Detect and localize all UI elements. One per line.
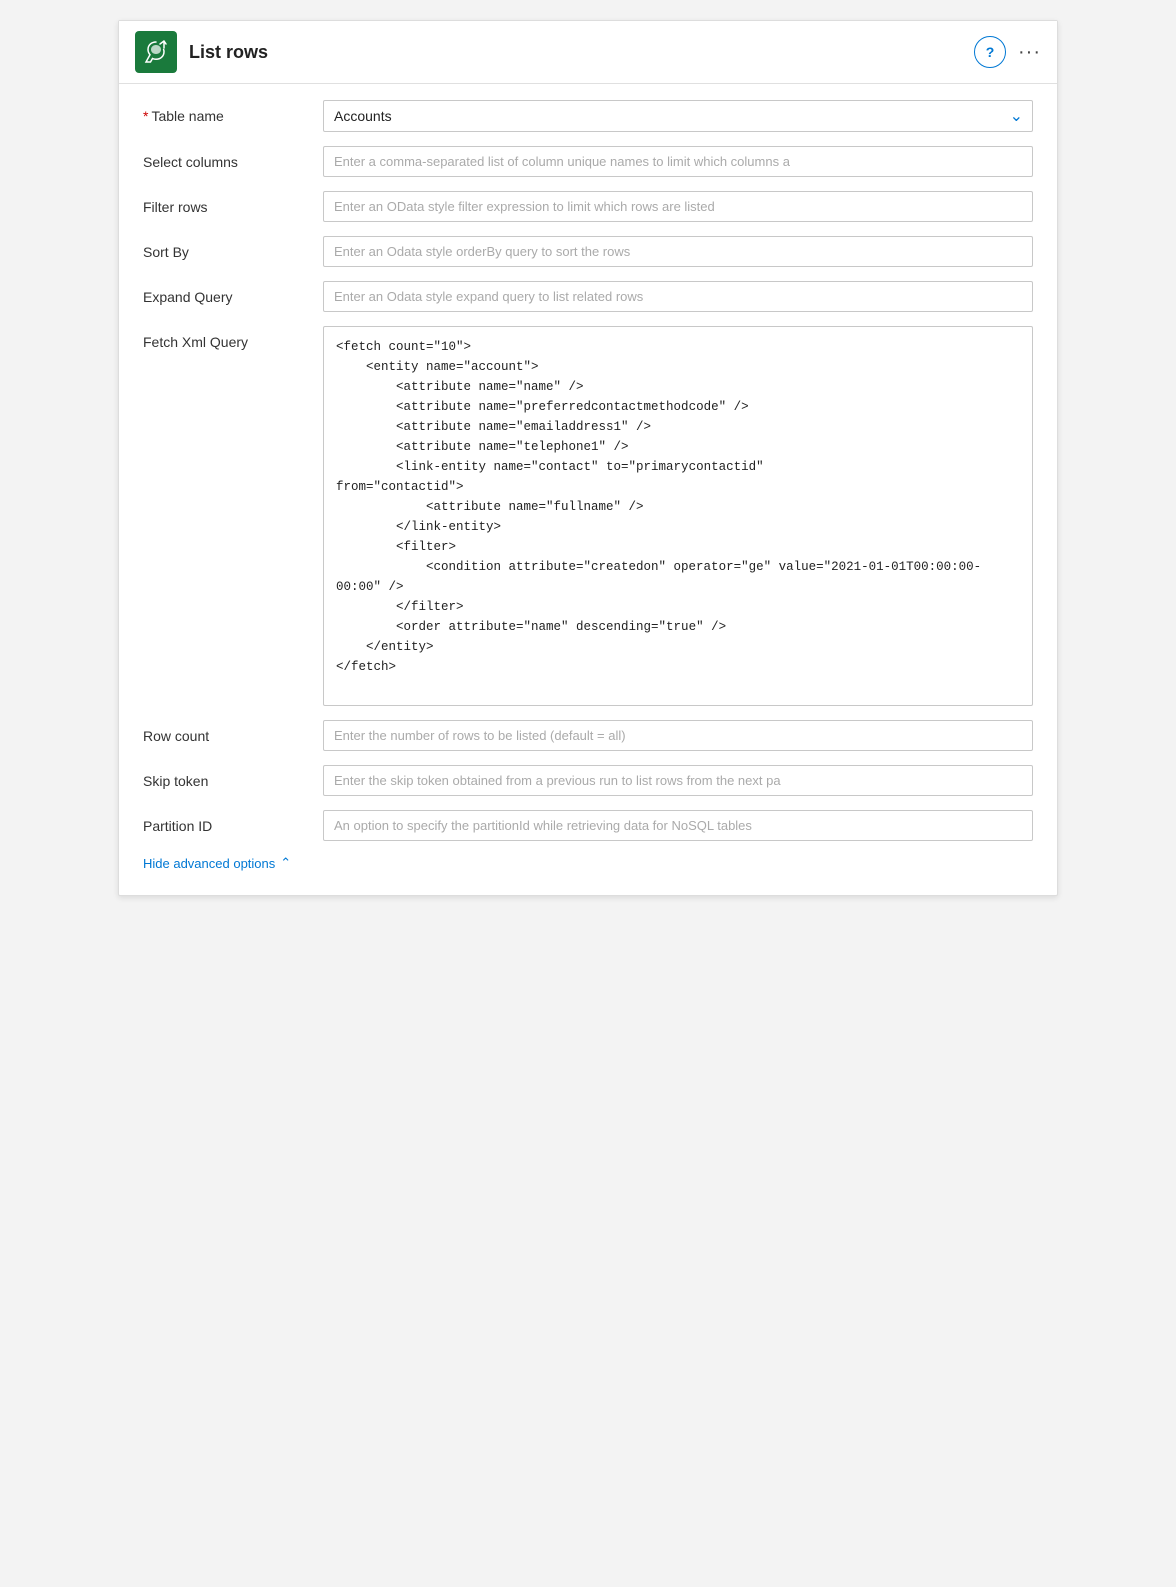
header-title: List rows: [189, 42, 268, 63]
expand-query-label: Expand Query: [143, 281, 323, 305]
partition-id-row: Partition ID: [143, 810, 1033, 841]
logo-box: [135, 31, 177, 73]
expand-query-row: Expand Query: [143, 281, 1033, 312]
main-card: List rows ? ··· *Table name Accounts ⌄: [118, 20, 1058, 896]
required-indicator: *: [143, 108, 148, 124]
table-name-label: *Table name: [143, 100, 323, 124]
row-count-input[interactable]: [323, 720, 1033, 751]
partition-id-label: Partition ID: [143, 810, 323, 834]
header-actions: ? ···: [974, 36, 1041, 68]
sort-by-label: Sort By: [143, 236, 323, 260]
header: List rows ? ···: [119, 21, 1057, 84]
filter-rows-label: Filter rows: [143, 191, 323, 215]
hide-advanced-section: Hide advanced options ⌃: [143, 855, 1033, 871]
skip-token-label: Skip token: [143, 765, 323, 789]
help-button[interactable]: ?: [974, 36, 1006, 68]
help-icon: ?: [986, 44, 995, 60]
sort-by-input[interactable]: [323, 236, 1033, 267]
table-name-row: *Table name Accounts ⌄: [143, 100, 1033, 132]
app-logo: [142, 38, 170, 66]
select-columns-label: Select columns: [143, 146, 323, 170]
expand-query-input[interactable]: [323, 281, 1033, 312]
chevron-up-icon: ⌃: [280, 855, 291, 871]
header-left: List rows: [135, 31, 268, 73]
table-name-select[interactable]: Accounts: [323, 100, 1033, 132]
sort-by-row: Sort By: [143, 236, 1033, 267]
more-options-button[interactable]: ···: [1018, 41, 1041, 64]
form-body: *Table name Accounts ⌄ Select columns Fi…: [119, 84, 1057, 895]
fetch-xml-row: Fetch Xml Query <fetch count="10"> <enti…: [143, 326, 1033, 706]
row-count-row: Row count: [143, 720, 1033, 751]
row-count-label: Row count: [143, 720, 323, 744]
fetch-xml-input[interactable]: <fetch count="10"> <entity name="account…: [323, 326, 1033, 706]
fetch-xml-label: Fetch Xml Query: [143, 326, 323, 350]
skip-token-input[interactable]: [323, 765, 1033, 796]
filter-rows-input[interactable]: [323, 191, 1033, 222]
filter-rows-row: Filter rows: [143, 191, 1033, 222]
more-icon: ···: [1018, 41, 1041, 64]
hide-advanced-button[interactable]: Hide advanced options ⌃: [143, 855, 291, 871]
select-columns-input[interactable]: [323, 146, 1033, 177]
partition-id-input[interactable]: [323, 810, 1033, 841]
skip-token-row: Skip token: [143, 765, 1033, 796]
table-name-select-wrapper: Accounts ⌄: [323, 100, 1033, 132]
select-columns-row: Select columns: [143, 146, 1033, 177]
hide-advanced-label: Hide advanced options: [143, 856, 275, 871]
